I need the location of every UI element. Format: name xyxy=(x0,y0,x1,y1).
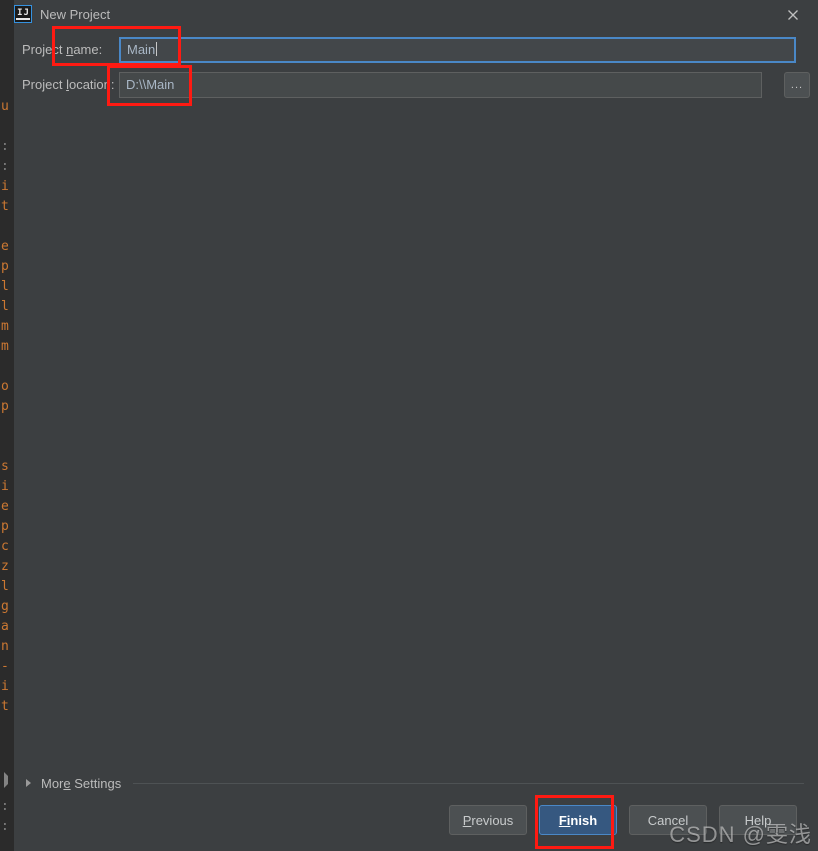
ide-code-fragment: : xyxy=(1,140,9,153)
more-settings-section[interactable]: More Settings xyxy=(14,770,818,796)
ide-code-fragment: t xyxy=(1,700,9,713)
ide-background-strip: u::itepllmmopsiepczlgan-it:: xyxy=(0,0,14,851)
more-settings-divider xyxy=(133,782,804,784)
help-button[interactable]: Help xyxy=(719,805,797,835)
browse-location-button[interactable]: ... xyxy=(784,72,810,98)
intellij-logo-label: IJ xyxy=(16,7,30,20)
ide-code-fragment: m xyxy=(1,320,9,333)
ide-caret-icon xyxy=(4,772,14,788)
project-name-value: Main xyxy=(127,42,156,57)
ide-code-fragment: i xyxy=(1,480,9,493)
intellij-logo-icon: IJ xyxy=(14,5,32,23)
new-project-dialog: IJ New Project Project name: Main Projec… xyxy=(14,0,818,851)
ide-code-fragment: l xyxy=(1,300,9,313)
ide-code-fragment: : xyxy=(1,800,9,813)
project-form: Project name: Main Project location: D:\… xyxy=(14,29,818,759)
project-name-row: Project name: Main xyxy=(14,37,818,63)
project-location-input[interactable]: D:\\Main xyxy=(119,72,762,98)
finish-button[interactable]: Fi nish xyxy=(539,805,617,835)
project-location-value: D:\\Main xyxy=(126,77,175,92)
project-name-label: Project name: xyxy=(22,42,103,57)
ide-code-fragment: e xyxy=(1,500,9,513)
more-settings-label[interactable]: More Settings xyxy=(41,776,121,791)
ellipsis-icon: ... xyxy=(790,79,804,91)
project-name-input[interactable]: Main xyxy=(119,37,796,63)
dialog-title: New Project xyxy=(40,7,111,22)
close-icon[interactable] xyxy=(772,0,814,29)
project-location-row: Project location: D:\\Main ... xyxy=(14,72,818,98)
ide-code-fragment: l xyxy=(1,580,9,593)
dialog-titlebar: IJ New Project xyxy=(14,0,818,29)
ide-code-fragment: n xyxy=(1,640,9,653)
ide-code-fragment: i xyxy=(1,680,9,693)
ide-code-fragment: c xyxy=(1,540,9,553)
ide-code-fragment: z xyxy=(1,560,9,573)
ide-code-fragment: o xyxy=(1,380,9,393)
ide-code-fragment: m xyxy=(1,340,9,353)
dialog-button-bar: Previous Fi nish Cancel Help xyxy=(14,800,818,851)
ide-code-fragment: l xyxy=(1,280,9,293)
ide-code-fragment: - xyxy=(1,660,9,673)
ide-code-fragment: u xyxy=(1,100,9,113)
chevron-right-icon[interactable] xyxy=(26,779,31,787)
ide-code-fragment: t xyxy=(1,200,9,213)
ide-code-fragment: p xyxy=(1,520,9,533)
ide-code-fragment: g xyxy=(1,600,9,613)
ide-code-fragment: s xyxy=(1,460,9,473)
ide-code-fragment: : xyxy=(1,160,9,173)
ide-code-fragment: p xyxy=(1,260,9,273)
project-location-label: Project location: xyxy=(22,77,115,92)
ide-code-fragment: p xyxy=(1,400,9,413)
ide-code-fragment: a xyxy=(1,620,9,633)
previous-button[interactable]: Previous xyxy=(449,805,527,835)
cancel-button[interactable]: Cancel xyxy=(629,805,707,835)
text-caret xyxy=(156,42,158,56)
ide-code-fragment: : xyxy=(1,820,9,833)
ide-code-fragment: i xyxy=(1,180,9,193)
ide-code-fragment: e xyxy=(1,240,9,253)
